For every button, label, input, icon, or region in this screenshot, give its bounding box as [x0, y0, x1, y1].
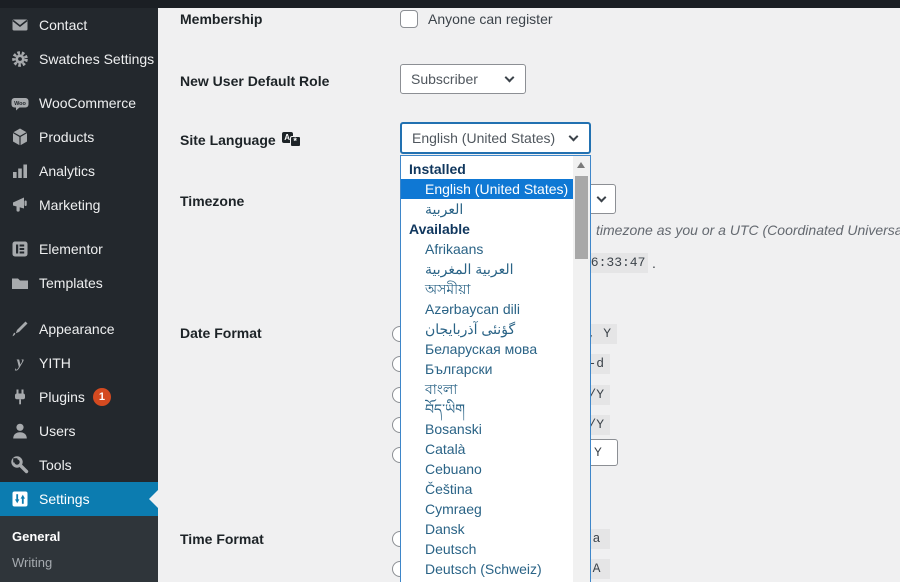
dropdown-option[interactable]: Afrikaans	[401, 239, 573, 259]
sidebar-item-marketing[interactable]: Marketing	[0, 188, 158, 222]
sidebar-item-contact[interactable]: Contact	[0, 8, 158, 42]
timezone-label: Timezone	[180, 193, 244, 209]
dropdown-option[interactable]: Български	[401, 359, 573, 379]
dropdown-option[interactable]: Cymraeg	[401, 499, 573, 519]
sidebar-item-label: Templates	[39, 275, 103, 291]
user-icon	[10, 421, 30, 441]
sidebar-item-users[interactable]: Users	[0, 414, 158, 448]
language-dropdown-list[interactable]: Installed English (United States) العربي…	[400, 155, 591, 582]
dropdown-option[interactable]: Azərbaycan dili	[401, 299, 573, 319]
dropdown-option[interactable]: Català	[401, 439, 573, 459]
date-format-label: Date Format	[180, 325, 262, 341]
menu-separator	[0, 300, 158, 312]
dropdown-group-installed: Installed	[401, 159, 573, 179]
dropdown-option-selected[interactable]: English (United States)	[401, 179, 573, 199]
admin-bar	[0, 0, 900, 8]
dropdown-group-available: Available	[401, 219, 573, 239]
menu-separator	[0, 76, 158, 86]
sidebar-item-label: YITH	[39, 355, 71, 371]
yith-icon: y	[10, 353, 30, 373]
anyone-can-register-checkbox[interactable]	[400, 10, 418, 28]
wrench-icon	[10, 455, 30, 475]
dropdown-option[interactable]: Čeština	[401, 479, 573, 499]
elementor-icon	[10, 239, 30, 259]
dropdown-option[interactable]: বাংলা	[401, 379, 573, 399]
sidebar-item-plugins[interactable]: Plugins 1	[0, 380, 158, 414]
site-language-select[interactable]: English (United States)	[400, 122, 591, 154]
utc-time-period: .	[652, 255, 656, 271]
sliders-icon	[10, 489, 30, 509]
sidebar-item-analytics[interactable]: Analytics	[0, 154, 158, 188]
sidebar-item-products[interactable]: Products	[0, 120, 158, 154]
sidebar-item-elementor[interactable]: Elementor	[0, 232, 158, 266]
dropdown-option[interactable]: Deutsch (Schweiz)	[401, 559, 573, 579]
sidebar-item-settings[interactable]: Settings	[0, 482, 158, 516]
new-user-role-label: New User Default Role	[180, 73, 329, 89]
sidebar-item-label: Contact	[39, 17, 87, 33]
svg-text:Woo: Woo	[14, 101, 26, 107]
settings-submenu: General Writing	[0, 516, 158, 582]
sidebar-item-label: Tools	[39, 457, 72, 473]
cube-icon	[10, 127, 30, 147]
dropdown-option[interactable]: Dansk	[401, 519, 573, 539]
envelope-icon	[10, 15, 30, 35]
sidebar-item-label: Marketing	[39, 197, 100, 213]
sidebar-item-yith[interactable]: y YITH	[0, 346, 158, 380]
brush-icon	[10, 319, 30, 339]
sidebar-item-label: Users	[39, 423, 76, 439]
dropdown-option[interactable]: العربية المغربية	[401, 259, 573, 279]
scrollbar-up-arrow-icon[interactable]	[577, 162, 585, 168]
sidebar-item-label: Products	[39, 129, 94, 145]
chevron-down-icon	[597, 193, 607, 203]
timezone-description: timezone as you or a UTC (Coordinated Un…	[596, 222, 900, 238]
plugins-update-badge: 1	[93, 388, 111, 406]
dropdown-option[interactable]: Cebuano	[401, 459, 573, 479]
dropdown-scrollbar[interactable]	[573, 156, 590, 582]
menu-separator	[0, 222, 158, 232]
folder-icon	[10, 273, 30, 293]
dropdown-option[interactable]: অসমীয়া	[401, 279, 573, 299]
sidebar-item-swatches-settings[interactable]: Swatches Settings	[0, 42, 158, 76]
bar-chart-icon	[10, 161, 30, 181]
sidebar-item-label: Plugins	[39, 389, 85, 405]
dropdown-option[interactable]: Беларуская мова	[401, 339, 573, 359]
anyone-can-register-label: Anyone can register	[428, 11, 553, 27]
active-menu-arrow	[149, 490, 158, 508]
sidebar-item-label: Swatches Settings	[39, 51, 154, 67]
membership-label: Membership	[180, 11, 262, 27]
sidebar-item-appearance[interactable]: Appearance	[0, 312, 158, 346]
sidebar-item-label: Analytics	[39, 163, 95, 179]
megaphone-icon	[10, 195, 30, 215]
dropdown-option[interactable]: བོད་ཡིག	[401, 399, 573, 419]
sidebar-item-templates[interactable]: Templates	[0, 266, 158, 300]
sidebar-item-label: Settings	[39, 491, 90, 507]
submenu-item-general[interactable]: General	[0, 524, 158, 550]
scrollbar-thumb[interactable]	[575, 176, 588, 259]
time-format-label: Time Format	[180, 531, 264, 547]
sidebar-item-label: Elementor	[39, 241, 103, 257]
sidebar-item-label: Appearance	[39, 321, 115, 337]
dropdown-option[interactable]: العربية	[401, 199, 573, 219]
new-user-role-select[interactable]: Subscriber	[400, 64, 526, 94]
dropdown-option[interactable]: Deutsch	[401, 539, 573, 559]
woocommerce-icon: Woo	[10, 93, 30, 113]
translation-icon: A *	[282, 132, 304, 148]
site-language-label: Site Language A *	[180, 132, 304, 148]
dropdown-option[interactable]: گؤنئی آذربایجان	[401, 319, 573, 339]
submenu-item-writing[interactable]: Writing	[0, 550, 158, 576]
sidebar-item-woocommerce[interactable]: Woo WooCommerce	[0, 86, 158, 120]
dropdown-option[interactable]: Bosanski	[401, 419, 573, 439]
sidebar-item-label: WooCommerce	[39, 95, 136, 111]
admin-sidebar: Contact Swatches Settings Woo WooCommerc…	[0, 8, 158, 582]
gear-icon	[10, 49, 30, 69]
sidebar-item-tools[interactable]: Tools	[0, 448, 158, 482]
plug-icon	[10, 387, 30, 407]
